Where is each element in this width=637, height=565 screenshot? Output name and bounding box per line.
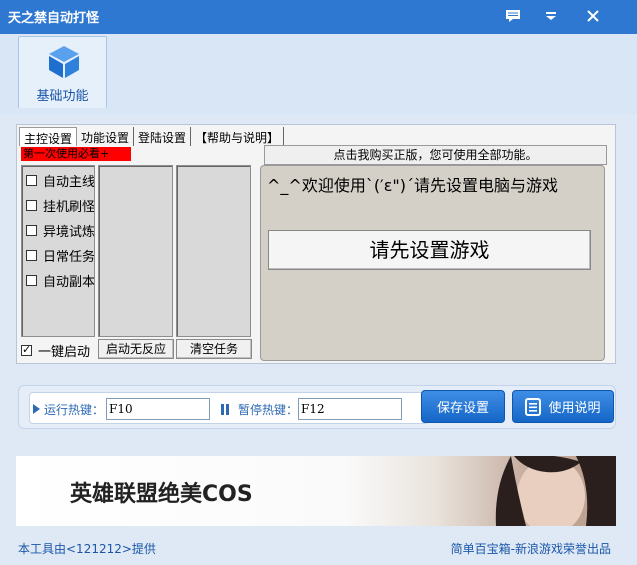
- tab-main-control[interactable]: 主控设置: [19, 127, 78, 146]
- run-hotkey-input[interactable]: F10: [106, 398, 210, 420]
- welcome-box: ^_^欢迎使用`(′ε")´请先设置电脑与游戏 请先设置游戏: [260, 165, 605, 361]
- start-unresponsive-button[interactable]: 启动无反应: [98, 339, 174, 359]
- checkbox[interactable]: [26, 274, 37, 286]
- tab-function-settings[interactable]: 功能设置: [77, 127, 135, 146]
- tab-help[interactable]: 【帮助与说明】: [191, 127, 285, 146]
- banner-photo: [495, 456, 616, 526]
- ad-banner[interactable]: 英雄联盟绝美COS: [16, 456, 616, 526]
- list-item[interactable]: 挂机刷怪: [26, 197, 95, 215]
- basic-function-tab[interactable]: 基础功能: [18, 36, 107, 108]
- task-checklist[interactable]: 自动主线 挂机刷怪 异境试炼 日常任务 自动副本: [21, 165, 95, 337]
- task-label: 自动副本: [43, 274, 95, 290]
- list-item[interactable]: 异境试炼: [26, 222, 95, 240]
- checkbox[interactable]: [21, 343, 32, 356]
- document-icon: [525, 397, 542, 416]
- task-label: 自动主线: [43, 174, 95, 190]
- manual-label: 使用说明: [548, 401, 601, 416]
- tab-strip: 主控设置 功能设置 登陆设置 【帮助与说明】: [19, 127, 285, 147]
- tab-login-settings[interactable]: 登陆设置: [134, 127, 192, 146]
- clear-tasks-button[interactable]: 清空任务: [176, 339, 252, 359]
- hotkey-group: 运行热键： F10 暂停热键： F12: [29, 392, 429, 424]
- hotkey-bar: 运行热键： F10 暂停热键： F12 保存设置 使用说明: [18, 385, 616, 429]
- list-item[interactable]: 自动主线: [26, 172, 95, 190]
- task-extra-list[interactable]: [176, 165, 251, 337]
- checkbox[interactable]: [26, 174, 37, 186]
- task-queue-list[interactable]: [98, 165, 173, 337]
- one-click-start-checkbox[interactable]: 一键启动: [21, 341, 90, 360]
- banner-text: 英雄联盟绝美COS: [70, 482, 253, 507]
- window-title: 天之禁自动打怪: [8, 11, 100, 26]
- top-toolbar: 基础功能: [0, 34, 637, 114]
- task-label: 挂机刷怪: [43, 199, 95, 215]
- play-icon: [33, 404, 40, 414]
- basic-function-label: 基础功能: [36, 89, 89, 104]
- welcome-message: ^_^欢迎使用`(′ε")´请先设置电脑与游戏: [267, 176, 558, 195]
- first-use-notice[interactable]: 第一次使用必看+: [21, 147, 131, 161]
- pause-hotkey-input[interactable]: F12: [298, 398, 402, 420]
- pause-hotkey-label: 暂停热键：: [238, 403, 299, 417]
- manual-button[interactable]: 使用说明: [512, 390, 614, 423]
- footer-publisher-text[interactable]: 简单百宝箱-新浪游戏荣誉出品: [451, 540, 611, 557]
- checkbox[interactable]: [26, 249, 37, 261]
- one-click-start-label: 一键启动: [38, 345, 91, 360]
- checkbox[interactable]: [26, 224, 37, 236]
- save-settings-label: 保存设置: [436, 401, 489, 416]
- chat-icon[interactable]: [502, 6, 524, 26]
- checkbox[interactable]: [26, 199, 37, 211]
- setup-game-button[interactable]: 请先设置游戏: [268, 230, 591, 270]
- list-item[interactable]: 日常任务: [26, 247, 95, 265]
- title-bar: 天之禁自动打怪: [0, 0, 637, 34]
- close-icon[interactable]: [582, 6, 604, 26]
- list-item[interactable]: 自动副本: [26, 272, 95, 290]
- cube-icon: [49, 46, 79, 78]
- pause-icon: [221, 404, 229, 415]
- main-panel: 主控设置 功能设置 登陆设置 【帮助与说明】 第一次使用必看+ 点击我购买正版，…: [16, 124, 616, 364]
- buy-full-version-bar[interactable]: 点击我购买正版，您可使用全部功能。: [264, 145, 607, 165]
- task-label: 日常任务: [43, 249, 95, 265]
- task-label: 异境试炼: [43, 224, 95, 240]
- footer-provider-text[interactable]: 本工具由<121212>提供: [18, 540, 156, 557]
- run-hotkey-label: 运行热键：: [44, 403, 105, 417]
- dropdown-icon[interactable]: [540, 6, 562, 26]
- save-settings-button[interactable]: 保存设置: [421, 390, 505, 423]
